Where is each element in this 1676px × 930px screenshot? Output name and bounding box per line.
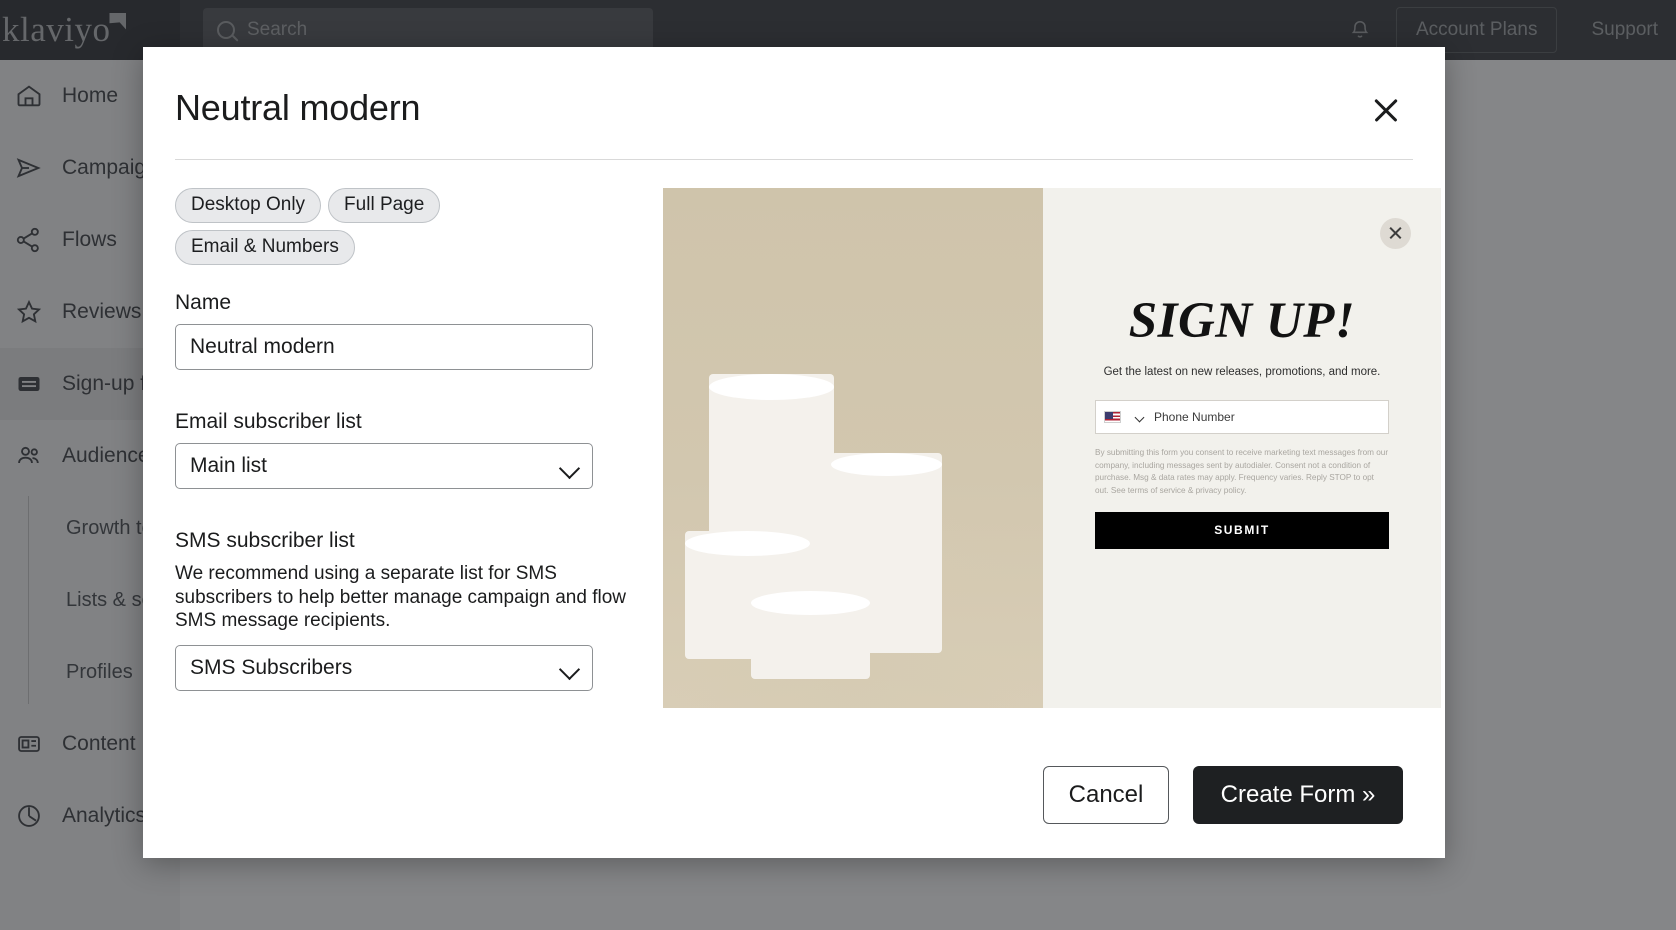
email-list-field-group: Email subscriber list Main list xyxy=(175,410,627,489)
close-icon[interactable] xyxy=(1380,218,1411,249)
preview-submit-button[interactable]: SUBMIT xyxy=(1095,511,1389,549)
sms-list-value: SMS Subscribers xyxy=(190,655,353,679)
cancel-button[interactable]: Cancel xyxy=(1043,766,1169,824)
close-icon[interactable] xyxy=(1369,93,1403,127)
modal-footer: Cancel Create Form » xyxy=(143,740,1445,858)
create-form-button[interactable]: Create Form » xyxy=(1193,766,1403,824)
sms-list-help-text: We recommend using a separate list for S… xyxy=(175,563,626,632)
app-background: klaviyo Search Account Plans Support Hom… xyxy=(0,0,1676,930)
name-input[interactable]: Neutral modern xyxy=(175,324,593,370)
email-subscriber-list-select[interactable]: Main list xyxy=(175,443,593,489)
email-list-value: Main list xyxy=(190,454,268,477)
name-label: Name xyxy=(175,291,232,314)
modal-body: Desktop Only Full Page Email & Numbers N… xyxy=(143,160,1445,740)
create-form-modal: Neutral modern Desktop Only Full Page Em… xyxy=(143,47,1445,858)
name-field-group: Name Neutral modern xyxy=(175,291,627,370)
tag-desktop-only: Desktop Only xyxy=(175,188,322,223)
preview-phone-input[interactable]: Phone Number xyxy=(1095,400,1389,434)
sms-list-field-group: SMS subscriber list We recommend using a… xyxy=(175,529,627,691)
tag-full-page: Full Page xyxy=(328,188,441,223)
preview-headline: SIGN UP! xyxy=(1128,293,1356,349)
sms-subscriber-list-select[interactable]: SMS Subscribers xyxy=(175,644,593,691)
preview-photo xyxy=(663,188,1043,708)
preview-fine-print: By submitting this form you consent to r… xyxy=(1095,448,1389,496)
modal-title: Neutral modern xyxy=(175,87,421,128)
chevron-down-icon xyxy=(561,662,580,673)
us-flag-icon xyxy=(1104,411,1121,423)
chevron-down-icon xyxy=(1135,414,1144,420)
preview-signup-form: SIGN UP! Get the latest on new releases,… xyxy=(1043,188,1441,708)
form-template-preview: SIGN UP! Get the latest on new releases,… xyxy=(663,188,1441,708)
email-list-label: Email subscriber list xyxy=(175,410,362,433)
chevron-down-icon xyxy=(561,461,580,472)
form-settings-column: Desktop Only Full Page Email & Numbers N… xyxy=(175,188,627,740)
podium-shape xyxy=(751,591,870,679)
preview-phone-placeholder: Phone Number xyxy=(1154,410,1235,424)
template-tags: Desktop Only Full Page Email & Numbers xyxy=(175,188,627,265)
tag-email-and-numbers: Email & Numbers xyxy=(175,230,355,265)
sms-list-label: SMS subscriber list xyxy=(175,529,355,552)
preview-subheadline: Get the latest on new releases, promotio… xyxy=(1103,366,1381,378)
modal-header: Neutral modern xyxy=(143,47,1445,129)
